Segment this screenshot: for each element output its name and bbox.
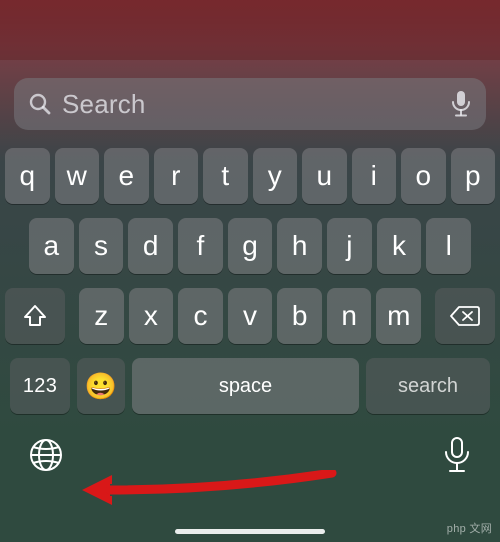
key-z[interactable]: z (79, 288, 124, 344)
key-k[interactable]: k (377, 218, 422, 274)
key-x[interactable]: x (129, 288, 174, 344)
globe-icon (28, 437, 64, 473)
key-b[interactable]: b (277, 288, 322, 344)
annotation-arrow (82, 470, 342, 530)
keyboard-row-1: q w e r t y u i o p (5, 148, 495, 204)
shift-icon (22, 303, 48, 329)
keyboard-dock (0, 414, 500, 479)
key-h[interactable]: h (277, 218, 322, 274)
search-key[interactable]: search (366, 358, 490, 414)
key-j[interactable]: j (327, 218, 372, 274)
delete-key[interactable] (435, 288, 495, 344)
key-f[interactable]: f (178, 218, 223, 274)
key-e[interactable]: e (104, 148, 149, 204)
keyboard-row-2: a s d f g h j k l (5, 218, 495, 274)
key-a[interactable]: a (29, 218, 74, 274)
key-i[interactable]: i (352, 148, 397, 204)
key-v[interactable]: v (228, 288, 273, 344)
key-r[interactable]: r (154, 148, 199, 204)
key-w[interactable]: w (55, 148, 100, 204)
key-p[interactable]: p (451, 148, 496, 204)
delete-icon (450, 305, 480, 327)
key-d[interactable]: d (128, 218, 173, 274)
key-s[interactable]: s (79, 218, 124, 274)
globe-button[interactable] (28, 437, 64, 478)
key-g[interactable]: g (228, 218, 273, 274)
shift-key[interactable] (5, 288, 65, 344)
dictation-button[interactable] (442, 436, 472, 479)
keyboard-row-3: z x c v b n m (5, 288, 495, 344)
key-t[interactable]: t (203, 148, 248, 204)
key-q[interactable]: q (5, 148, 50, 204)
search-icon (28, 92, 52, 116)
home-indicator[interactable] (175, 529, 325, 534)
key-c[interactable]: c (178, 288, 223, 344)
search-container: Search (0, 60, 500, 130)
emoji-key[interactable]: 😀 (77, 358, 125, 414)
key-y[interactable]: y (253, 148, 298, 204)
watermark: php 文网 (447, 520, 492, 536)
space-key[interactable]: space (132, 358, 359, 414)
search-input[interactable]: Search (14, 78, 486, 130)
key-n[interactable]: n (327, 288, 372, 344)
status-area (0, 0, 500, 60)
keyboard-row-bottom: 123 😀 space search (5, 358, 495, 414)
dictation-icon[interactable] (450, 90, 472, 118)
key-o[interactable]: o (401, 148, 446, 204)
key-m[interactable]: m (376, 288, 421, 344)
search-placeholder: Search (62, 89, 450, 120)
key-l[interactable]: l (426, 218, 471, 274)
microphone-icon (442, 436, 472, 474)
numbers-key[interactable]: 123 (10, 358, 70, 414)
keyboard: q w e r t y u i o p a s d f g h j k l z … (0, 130, 500, 414)
key-u[interactable]: u (302, 148, 347, 204)
